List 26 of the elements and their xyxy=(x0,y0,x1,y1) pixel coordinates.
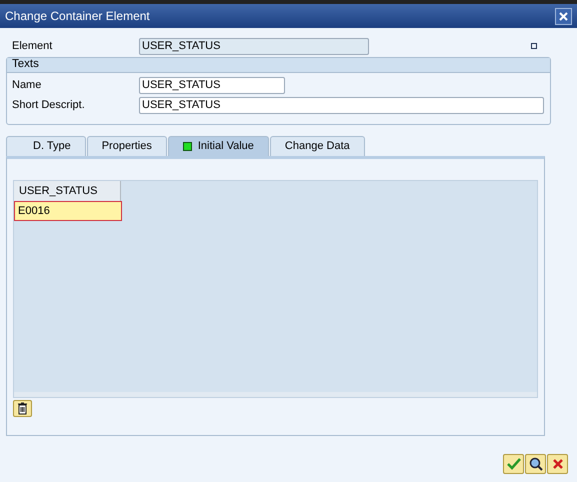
close-icon xyxy=(558,10,569,22)
check-icon xyxy=(506,458,520,470)
delete-button[interactable] xyxy=(13,400,32,417)
window-title: Change Container Element xyxy=(5,8,150,25)
cancel-button[interactable] xyxy=(547,454,568,474)
search-button[interactable] xyxy=(525,454,546,474)
element-field[interactable]: USER_STATUS xyxy=(139,38,369,54)
tab[interactable]: Initial Value xyxy=(168,136,269,156)
close-icon xyxy=(552,458,564,470)
table-cell[interactable]: E0016 xyxy=(14,201,122,221)
square-icon[interactable] xyxy=(531,43,537,49)
field-label: Element xyxy=(12,38,54,54)
column-header: USER_STATUS xyxy=(14,181,121,201)
field-label: Name xyxy=(12,78,42,94)
group-header: Texts xyxy=(7,58,550,73)
search-icon xyxy=(528,457,542,471)
resize-handle[interactable] xyxy=(14,392,537,397)
trash-icon xyxy=(17,402,28,415)
status-icon xyxy=(182,142,192,151)
tab[interactable]: D. Type xyxy=(6,136,86,156)
text-field[interactable]: USER_STATUS xyxy=(139,97,544,114)
text-field[interactable]: USER_STATUS xyxy=(139,77,285,94)
tab[interactable]: Change Data xyxy=(270,136,365,156)
tab[interactable]: Properties xyxy=(86,136,167,156)
close-button[interactable] xyxy=(555,8,572,24)
field-label: Short Descript. xyxy=(12,98,86,114)
